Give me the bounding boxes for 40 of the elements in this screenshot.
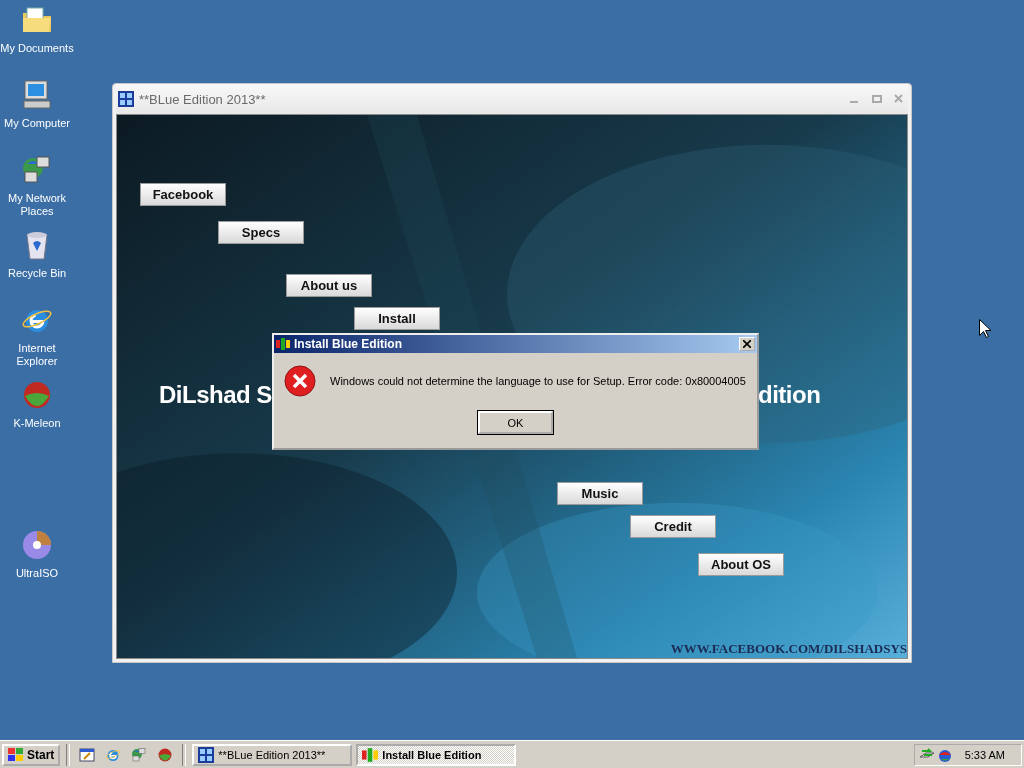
desktop-icon-label[interactable]: UltraISO bbox=[0, 567, 74, 580]
app-icon bbox=[276, 338, 290, 350]
desktop-icon-label[interactable]: Internet Explorer bbox=[0, 342, 74, 368]
chameleon-ball-icon bbox=[21, 379, 53, 411]
website-address: WWW.FACEBOOK.COM/DILSHADSYS bbox=[670, 641, 907, 657]
windows-flag-icon bbox=[8, 747, 24, 762]
menu-button[interactable]: Music bbox=[557, 482, 643, 505]
dialog-title: Install Blue Edition bbox=[294, 337, 403, 351]
close-button[interactable] bbox=[739, 337, 755, 351]
desktop-icon-label[interactable]: My Network Places bbox=[0, 192, 74, 218]
start-button[interactable]: Start bbox=[2, 743, 61, 766]
desktop-icon-label[interactable]: My Computer bbox=[0, 117, 74, 130]
desktop-icon-label[interactable]: K-Meleon bbox=[0, 417, 74, 430]
heading-text: DiLshad S bbox=[159, 381, 272, 409]
disc-icon bbox=[21, 529, 53, 561]
error-icon bbox=[284, 365, 316, 397]
computer-icon bbox=[21, 79, 53, 111]
heading-text: dition bbox=[758, 381, 821, 409]
taskbar-window-button[interactable]: **BLue Edition 2013** bbox=[192, 743, 353, 766]
menu-button[interactable]: Credit bbox=[630, 515, 716, 538]
ok-button[interactable]: OK bbox=[478, 411, 553, 434]
app-icon bbox=[118, 91, 134, 107]
network-icon bbox=[131, 746, 148, 763]
network-icon bbox=[21, 154, 53, 186]
menu-button[interactable]: About OS bbox=[698, 553, 784, 576]
mouse-pointer-icon bbox=[979, 319, 991, 338]
app-icon bbox=[362, 747, 379, 762]
menu-button[interactable]: About us bbox=[286, 274, 372, 297]
desktop-icon-label[interactable]: Recycle Bin bbox=[0, 267, 74, 280]
app-icon bbox=[198, 746, 215, 763]
menu-button[interactable]: Install bbox=[354, 307, 440, 330]
taskbar-window-button[interactable]: Install Blue Edition bbox=[356, 743, 517, 766]
close-icon bbox=[743, 340, 751, 348]
chameleon-ball-icon bbox=[157, 746, 174, 763]
desktop-icon-label[interactable]: My Documents bbox=[0, 42, 74, 55]
menu-button[interactable]: Specs bbox=[218, 221, 304, 244]
window-title: **BLue Edition 2013** bbox=[139, 91, 267, 107]
clock: 5:33 AM bbox=[964, 748, 1005, 761]
menu-button[interactable]: Facebook bbox=[140, 183, 226, 206]
error-message: Windows could not determine the language to use for Setup. Error code: 0x80004005 bbox=[330, 375, 746, 387]
